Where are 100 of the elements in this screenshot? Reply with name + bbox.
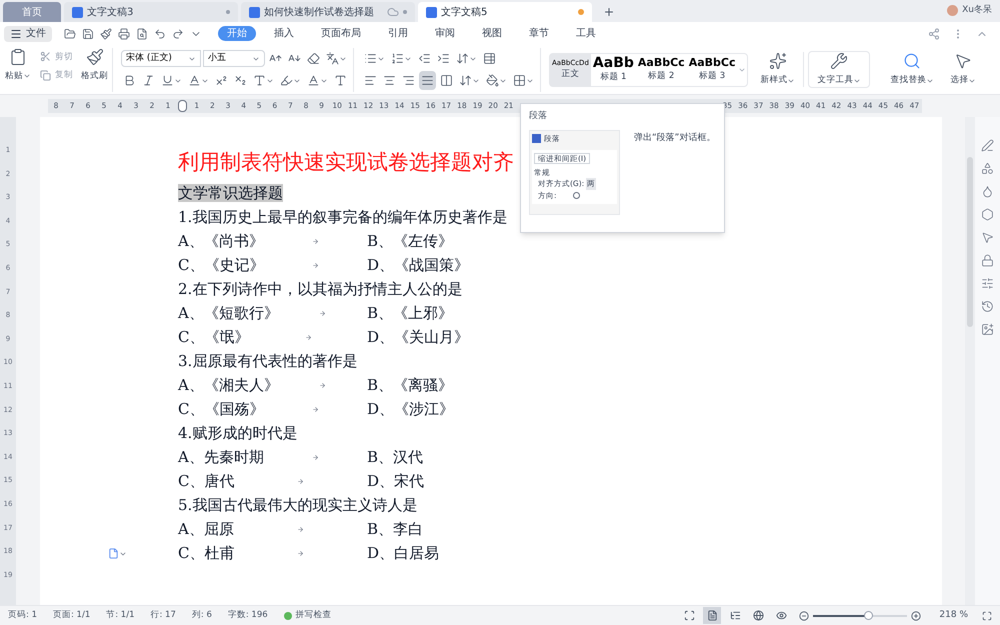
writer-doc-icon [249, 6, 260, 18]
question-text: 2.在下列诗作中，以其福为抒情主人公的是 [178, 279, 462, 300]
style-option[interactable]: AaBbCc 标题 2 [636, 54, 687, 86]
subscript-icon [234, 74, 247, 87]
zoom-thumb[interactable] [864, 610, 873, 620]
print-preview-button[interactable] [136, 28, 148, 40]
align-justify-button[interactable] [419, 71, 436, 90]
tooltip-description: 弹出“段落”对话框。 [634, 132, 716, 144]
web-view-icon [752, 610, 764, 621]
document-tab[interactable]: 文字文稿5 [418, 2, 592, 22]
tab-mark-icon [297, 550, 304, 556]
borders-icon [513, 74, 526, 87]
user-name[interactable]: Xu冬呆 [962, 4, 992, 18]
format-painter-button[interactable]: 格式刷 [81, 48, 108, 82]
format-brush-icon [100, 28, 112, 40]
droplet-icon[interactable] [981, 185, 994, 198]
answer-option: C、《氓》 [178, 325, 250, 349]
answer-option: B、汉代 [367, 445, 424, 469]
sliders-icon[interactable] [981, 277, 994, 290]
indent-marker-icon[interactable] [178, 100, 187, 112]
question-text: 1.我国历史上最早的叙事完备的编年体历史著作是 [178, 207, 508, 228]
document-tab[interactable]: 文字文稿3 [64, 2, 238, 22]
new-style-button[interactable]: 新样式 [752, 52, 804, 87]
status-item: 列: 6 [192, 609, 212, 622]
cursor-icon [954, 52, 972, 70]
new-tab-icon[interactable] [603, 6, 615, 18]
ribbon-tab[interactable]: 引用 [379, 26, 417, 41]
status-item: 字数: 196 [228, 609, 268, 622]
answer-option: C、唐代 [178, 469, 234, 493]
print-button[interactable] [118, 28, 130, 40]
ribbon-tab[interactable]: 章节 [520, 26, 558, 41]
history-icon[interactable] [981, 300, 994, 313]
font-name-select[interactable]: 宋体 (正文) [121, 50, 201, 67]
wrench-icon [830, 52, 848, 70]
zoom-in-icon[interactable] [911, 610, 922, 620]
align-distributed-icon [440, 74, 453, 87]
status-item: 行: 17 [150, 609, 176, 622]
image-icon[interactable] [981, 323, 994, 336]
fullscreen-icon[interactable] [982, 610, 992, 620]
style-option[interactable]: AaBb 标题 1 [590, 54, 636, 86]
document-tab[interactable]: 如何快速制作试卷选择题 [241, 2, 415, 22]
share-icon[interactable] [928, 28, 940, 40]
find-replace-button[interactable]: 查找替换 [882, 52, 942, 87]
answer-option: B、李白 [367, 517, 424, 541]
tab-mark-icon [312, 262, 320, 268]
reading-view-icon [776, 610, 787, 621]
pen-icon[interactable] [981, 139, 994, 152]
tab-title: 文字文稿3 [87, 6, 134, 20]
copy-icon [40, 70, 51, 82]
redo-button[interactable] [172, 28, 184, 40]
clipboard-icon [9, 48, 27, 66]
answer-option: A、《短歌行》 [178, 301, 279, 325]
undo-icon [154, 28, 166, 40]
question-text: 4.赋形成的时代是 [178, 423, 298, 444]
align-right-icon [402, 74, 415, 87]
focus-view-icon [684, 610, 695, 621]
ribbon-tab[interactable]: 审阅 [426, 26, 464, 41]
tab-mark-icon [297, 478, 304, 484]
answer-option: C、《史记》 [178, 253, 264, 277]
status-item: 节: 1/1 [106, 609, 134, 622]
answer-option: D、《关山月》 [367, 325, 470, 349]
writer-doc-icon [72, 6, 83, 18]
numbered-list-icon [391, 52, 404, 65]
scroll-thumb[interactable] [967, 157, 973, 327]
phonetic-guide-icon [326, 52, 339, 65]
bold-icon [123, 74, 136, 87]
text-effect-icon [253, 74, 266, 87]
file-menu-button[interactable]: 文件 [4, 26, 52, 42]
undo-button[interactable] [154, 28, 166, 40]
shapes-icon[interactable] [981, 162, 994, 175]
lock-icon[interactable] [981, 254, 994, 267]
ribbon-tab[interactable]: 视图 [473, 26, 511, 41]
answer-option: A、《湘夫人》 [178, 373, 279, 397]
zoom-percentage[interactable]: 218 % [939, 608, 968, 622]
font-size-select[interactable]: 小五 [203, 50, 265, 67]
format-brush-button[interactable] [100, 28, 112, 40]
scrollbar[interactable] [965, 117, 975, 605]
eraser-icon [307, 52, 320, 65]
writer-doc-icon [426, 6, 437, 18]
shading-icon [486, 74, 499, 87]
open-folder-button[interactable] [64, 28, 76, 40]
spell-check-button[interactable]: 拼写检查 [284, 609, 332, 622]
align-left-icon [364, 74, 377, 87]
ribbon-tab[interactable]: 页面布局 [312, 26, 370, 41]
highlight-icon [280, 74, 293, 87]
search-icon [903, 52, 922, 70]
outline-view-icon [730, 610, 741, 621]
zoom-out-icon[interactable] [799, 610, 810, 620]
paste-button[interactable]: 粘贴 [4, 48, 32, 82]
text-tools-button[interactable]: 文字工具 [808, 51, 870, 88]
style-option[interactable]: AaBbCc 标题 3 [686, 54, 738, 86]
save-button[interactable] [82, 28, 94, 40]
document-icon[interactable] [108, 548, 119, 559]
question-text: 5.我国古代最伟大的现实主义诗人是 [178, 495, 418, 516]
ribbon-tab[interactable]: 工具 [567, 26, 605, 41]
select-button[interactable]: 选择 [946, 52, 980, 87]
hexagon-icon[interactable] [981, 208, 994, 221]
ribbon-tab[interactable]: 插入 [265, 26, 303, 41]
page-view-button[interactable] [703, 607, 722, 624]
cursor-icon[interactable] [981, 231, 994, 244]
